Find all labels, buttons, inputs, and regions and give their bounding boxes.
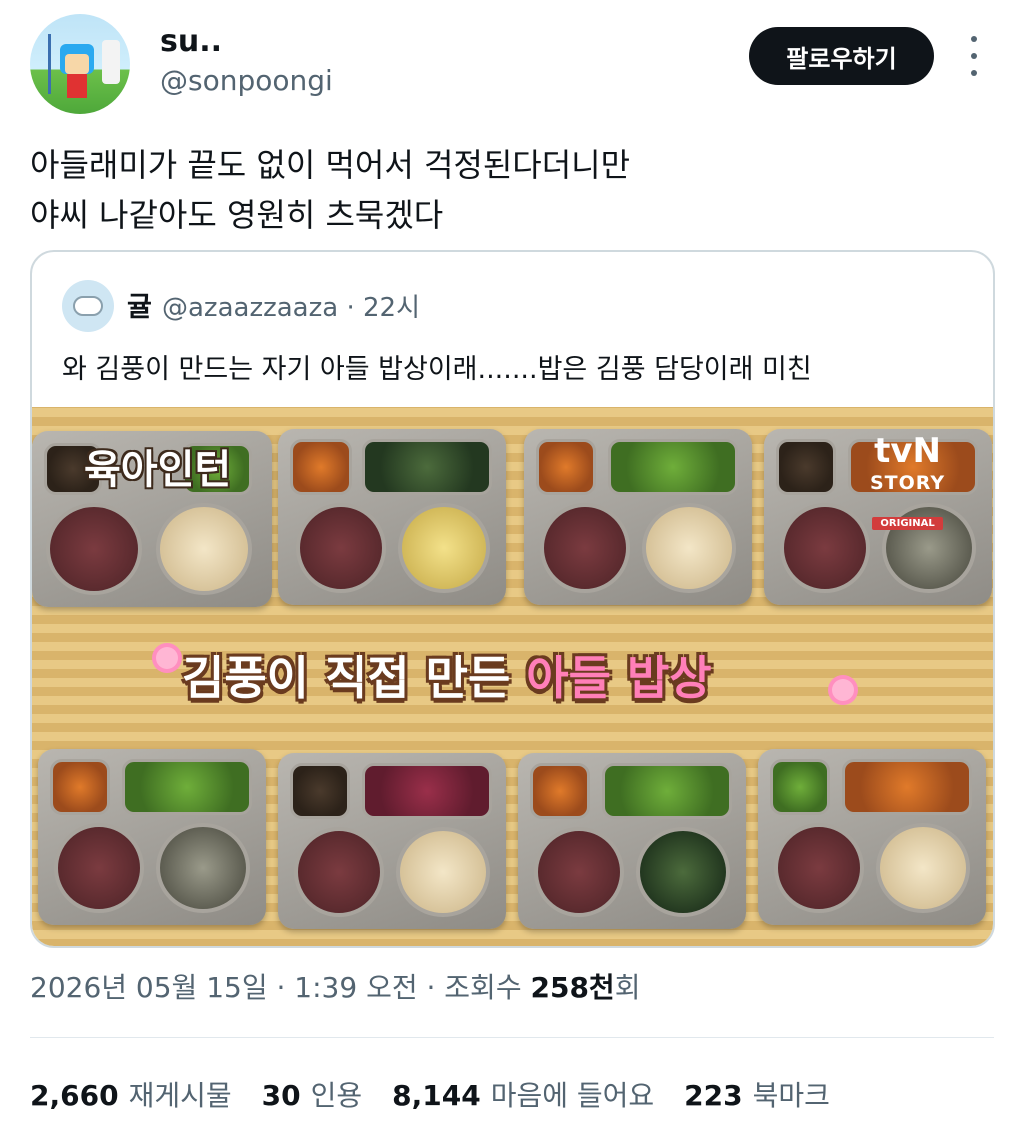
tvn-story-logo: tvN STORY ORIGINAL	[870, 431, 946, 540]
view-suffix: 회	[614, 971, 641, 1004]
show-logo: 육아인턴	[84, 447, 232, 493]
cloud-icon	[73, 296, 103, 316]
view-count: 258천	[530, 971, 615, 1004]
caption-highlight: 아들 밥상	[526, 651, 712, 705]
meal-tray	[758, 749, 986, 925]
caption-main: 김풍이 직접 만든	[182, 651, 527, 705]
stat-label: 재게시물	[128, 1079, 232, 1112]
quoted-avatar[interactable]	[62, 280, 114, 332]
display-name[interactable]: su..	[160, 24, 222, 59]
user-avatar[interactable]	[30, 14, 130, 114]
timestamp[interactable]: 2026년 05월 15일 · 1:39 오전 · 조회수	[30, 971, 530, 1004]
tweet-meta: 2026년 05월 15일 · 1:39 오전 · 조회수 258천회	[30, 966, 640, 1006]
meal-tray	[278, 429, 506, 605]
quoted-media-image[interactable]: 육아인턴 tvN STORY ORIGINAL 김풍이 직접 만든 아들 밥상	[32, 407, 993, 946]
stat-quotes[interactable]: 30 인용	[262, 1074, 363, 1114]
stat-count: 30	[261, 1079, 301, 1112]
avatar-pole	[48, 34, 51, 94]
meal-tray	[518, 753, 746, 929]
quoted-text: 와 김풍이 만드는 자기 아들 밥상이래.......밥은 김풍 담당이래 미친	[62, 354, 812, 385]
quoted-tweet[interactable]: 귤 @azaazzaaza · 22시 와 김풍이 만드는 자기 아들 밥상이래…	[30, 250, 995, 948]
more-options-icon[interactable]	[962, 36, 986, 76]
quoted-handle-time: @azaazzaaza · 22시	[162, 293, 420, 323]
stat-reposts[interactable]: 2,660 재게시물	[30, 1074, 232, 1114]
stat-bookmarks[interactable]: 223 북마크	[684, 1074, 830, 1114]
user-handle[interactable]: @sonpoongi	[160, 64, 333, 97]
stat-count: 8,144	[392, 1079, 481, 1112]
meal-tray	[278, 753, 506, 929]
stat-count: 2,660	[30, 1079, 119, 1112]
stat-count: 223	[684, 1079, 743, 1112]
meal-tray	[38, 749, 266, 925]
engagement-stats: 2,660 재게시물 30 인용 8,144 마음에 들어요 223 북마크	[30, 1074, 830, 1114]
meal-tray	[524, 429, 752, 605]
flower-icon	[156, 647, 178, 669]
tweet-text: 아들래미가 끝도 없이 먹어서 걱정된다더니만 야씨 나같아도 영원히 츠묵겠다	[30, 140, 630, 240]
stat-label: 북마크	[752, 1079, 830, 1112]
tweet-line: 아들래미가 끝도 없이 먹어서 걱정된다더니만	[30, 146, 631, 184]
logo-original: ORIGINAL	[872, 517, 943, 530]
avatar-face	[65, 54, 89, 74]
image-caption: 김풍이 직접 만든 아들 밥상	[182, 642, 712, 708]
quoted-display-name[interactable]: 귤	[127, 285, 152, 324]
avatar-companion	[102, 40, 120, 84]
flower-icon	[832, 679, 854, 701]
stat-label: 인용	[310, 1079, 363, 1112]
logo-tvn: tvN	[874, 431, 942, 471]
stat-likes[interactable]: 8,144 마음에 들어요	[392, 1074, 654, 1114]
tweet-line: 야씨 나같아도 영원히 츠묵겠다	[30, 196, 444, 234]
divider	[30, 1037, 994, 1038]
logo-story: STORY	[870, 472, 946, 494]
follow-button[interactable]: 팔로우하기	[749, 27, 934, 85]
avatar-body	[67, 74, 87, 98]
stat-label: 마음에 들어요	[490, 1079, 655, 1112]
